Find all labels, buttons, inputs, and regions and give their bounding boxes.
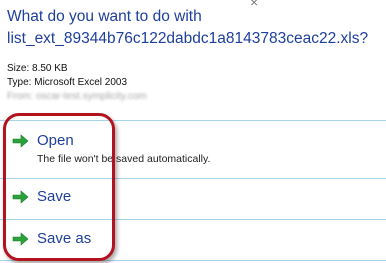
save-label[interactable]: Save — [37, 188, 71, 206]
question-line-1: What do you want to do with — [7, 8, 202, 25]
dialog-question: What do you want to do with list_ext_893… — [7, 6, 377, 50]
divider — [0, 219, 386, 220]
divider — [0, 178, 386, 179]
file-source-blurred: From: oscar-test.symplicity.com — [7, 91, 147, 102]
file-info: Size: 8.50 KB Type: Microsoft Excel 2003… — [7, 62, 147, 104]
open-description: The file won't be saved automatically. — [37, 153, 211, 165]
save-as-label[interactable]: Save as — [37, 230, 91, 248]
file-size: Size: 8.50 KB — [7, 63, 68, 74]
close-icon[interactable]: × — [250, 0, 258, 10]
green-arrow-icon — [12, 190, 29, 204]
divider — [0, 120, 386, 121]
question-line-2-filename: list_ext_89344b76c122dabdc1a8143783ceac2… — [7, 30, 369, 47]
green-arrow-icon — [12, 232, 29, 246]
divider — [0, 260, 386, 261]
open-label[interactable]: Open — [37, 132, 74, 150]
green-arrow-icon — [12, 134, 29, 148]
file-type: Type: Microsoft Excel 2003 — [7, 77, 128, 88]
